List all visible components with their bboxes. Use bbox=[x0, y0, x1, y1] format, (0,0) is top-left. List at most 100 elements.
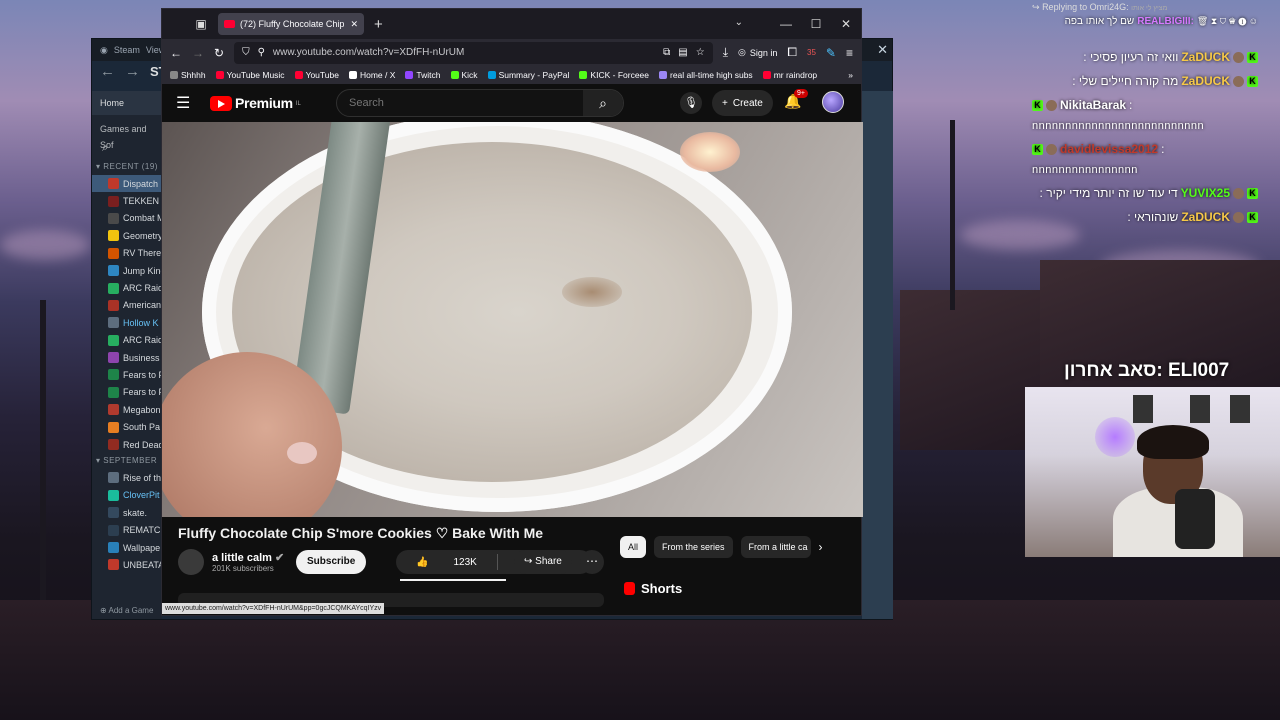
sidebar-game-item[interactable]: Combat Ma bbox=[92, 210, 162, 227]
sidebar-game-item[interactable]: UNBEATA bbox=[92, 556, 162, 573]
chip-from-channel[interactable]: From a little ca bbox=[740, 536, 811, 558]
chat-wrap-line-david: nnnnnnnnnnnnnnnn bbox=[1032, 164, 1138, 176]
sign-in-button[interactable]: ◎ Sign in bbox=[738, 47, 777, 58]
sidebar-game-item[interactable]: Red Dead bbox=[92, 436, 162, 453]
sidebar-game-item[interactable]: Dispatch bbox=[92, 175, 162, 193]
extension-badge-icon[interactable]: 35 bbox=[807, 48, 816, 57]
bookmark-favicon-icon bbox=[215, 71, 224, 79]
sidebar-game-item[interactable]: Hollow K bbox=[92, 314, 162, 331]
youtube-header: ☰ Premium IL ⌕ 🎙 +Create 🔔 9+ bbox=[162, 84, 861, 122]
bookmark-star-icon[interactable]: ☆ bbox=[696, 47, 705, 58]
tab-overflow-chevron-icon[interactable]: ⌄ bbox=[735, 17, 743, 28]
forward-icon[interactable]: → bbox=[192, 46, 204, 60]
create-button[interactable]: + Create bbox=[712, 90, 773, 116]
sidebar-game-item[interactable]: TEKKEN 8 bbox=[92, 192, 162, 209]
search-icon[interactable]: ⌕ bbox=[92, 137, 162, 159]
video-frame-spice bbox=[562, 277, 622, 307]
bookmark-item[interactable]: Kick bbox=[450, 70, 478, 80]
steam-menu-steam[interactable]: Steam bbox=[114, 45, 140, 55]
bookmark-item[interactable]: Home / X bbox=[348, 70, 395, 80]
forward-arrow-icon[interactable]: → bbox=[125, 63, 140, 80]
sidebar-game-item[interactable]: skate. bbox=[92, 504, 162, 521]
sidebar-game-item[interactable]: ARC Raid bbox=[92, 332, 162, 349]
menu-icon[interactable]: ≡ bbox=[846, 46, 853, 60]
bookmark-item[interactable]: Shhhh bbox=[170, 70, 206, 80]
reader-view-icon[interactable]: ▤ bbox=[678, 47, 687, 58]
reload-icon[interactable]: ↻ bbox=[214, 46, 224, 60]
back-icon[interactable]: ← bbox=[170, 46, 182, 60]
steam-home-button[interactable]: Home bbox=[92, 91, 162, 115]
game-icon bbox=[108, 369, 119, 381]
tab-list-icon[interactable]: ▣ bbox=[190, 17, 212, 31]
chat-message-text: : bbox=[1129, 98, 1133, 112]
chip-all[interactable]: All bbox=[620, 536, 647, 558]
chip-from-series[interactable]: From the series bbox=[654, 536, 733, 558]
status-url-tooltip: www.youtube.com/watch?v=XDfFH-nUrUM&pp=0… bbox=[162, 603, 385, 614]
video-player[interactable] bbox=[162, 122, 863, 517]
bookmarks-overflow-icon[interactable]: » bbox=[848, 70, 853, 80]
sidebar-game-item[interactable]: CloverPit bbox=[92, 487, 162, 504]
bookmark-item[interactable]: YouTube bbox=[294, 70, 339, 80]
chips-next-arrow-icon[interactable]: › bbox=[819, 540, 823, 554]
bookmark-item[interactable]: real all-time high subs bbox=[659, 70, 753, 80]
back-arrow-icon[interactable]: ← bbox=[100, 63, 115, 80]
address-bar[interactable]: ⛉ ⚲ www.youtube.com/watch?v=XDfFH-nUrUM … bbox=[234, 41, 713, 64]
maximize-icon[interactable]: ☐ bbox=[801, 9, 831, 39]
steam-close-icon[interactable]: ✕ bbox=[877, 42, 888, 58]
minimize-icon[interactable]: — bbox=[771, 9, 801, 39]
steam-games-filter[interactable]: Games and Sof bbox=[92, 121, 162, 150]
hamburger-menu-icon[interactable]: ☰ bbox=[176, 93, 196, 113]
search-input[interactable] bbox=[337, 97, 583, 109]
sidebar-game-item[interactable]: Wallpape bbox=[92, 539, 162, 556]
recent-section-header[interactable]: ▾ RECENT (19) bbox=[92, 159, 162, 175]
youtube-logo[interactable]: Premium IL bbox=[210, 95, 301, 111]
permissions-icon[interactable]: ⚲ bbox=[258, 47, 265, 58]
game-label: UNBEATA bbox=[123, 559, 162, 570]
search-button-icon[interactable]: ⌕ bbox=[583, 90, 623, 116]
bookmark-item[interactable]: Twitch bbox=[405, 70, 441, 80]
close-window-icon[interactable]: ✕ bbox=[831, 9, 861, 39]
sidebar-game-item[interactable]: REMATCH bbox=[92, 521, 162, 538]
sidebar-game-item[interactable]: Geometry bbox=[92, 227, 162, 244]
bookmark-item[interactable]: KICK - Forceee bbox=[579, 70, 649, 80]
sidebar-game-item[interactable]: Fears to F bbox=[92, 366, 162, 383]
sidebar-game-item[interactable]: American bbox=[92, 297, 162, 314]
subscribe-button[interactable]: Subscribe bbox=[296, 550, 367, 574]
new-tab-icon[interactable]: + bbox=[374, 16, 383, 33]
downloads-icon[interactable]: ⤓ bbox=[723, 45, 728, 60]
tab-close-icon[interactable]: ✕ bbox=[350, 19, 358, 30]
bookmark-item[interactable]: YouTube Music bbox=[215, 70, 285, 80]
september-section-header[interactable]: ▾ SEPTEMBER bbox=[92, 453, 162, 469]
sidebar-game-item[interactable]: Jump King bbox=[92, 262, 162, 279]
active-tab[interactable]: (72) Fluffy Chocolate Chip S'mo ✕ bbox=[218, 13, 364, 35]
channel-name[interactable]: a little calm ✔ bbox=[212, 551, 284, 564]
bookmark-item[interactable]: mr raindrop bbox=[762, 70, 817, 80]
channel-avatar[interactable] bbox=[178, 549, 204, 575]
url-text[interactable]: www.youtube.com/watch?v=XDfFH-nUrUM bbox=[273, 47, 655, 58]
sidebar-game-item[interactable]: Megabon bbox=[92, 401, 162, 418]
sidebar-game-item[interactable]: Rise of th bbox=[92, 469, 162, 486]
bookmark-item[interactable]: Summary - PayPal bbox=[487, 70, 569, 80]
more-actions-icon[interactable]: ⋯ bbox=[580, 550, 604, 574]
extensions-icon[interactable]: ⧠ bbox=[787, 45, 797, 60]
like-button[interactable]: 👍 123K bbox=[396, 557, 497, 568]
thumbs-up-icon: 👍 bbox=[416, 556, 429, 568]
bookmark-favicon-icon bbox=[450, 71, 459, 79]
extension-icon[interactable]: ✎ bbox=[826, 46, 836, 60]
game-label: American bbox=[123, 300, 162, 311]
chat-message-text: : מה קורה חיילים שלי bbox=[1072, 74, 1179, 88]
sidebar-game-item[interactable]: South Pa bbox=[92, 418, 162, 435]
sidebar-game-item[interactable]: Fears to F bbox=[92, 384, 162, 401]
add-game-button[interactable]: ⊕ Add a Game bbox=[100, 606, 153, 615]
shield-icon[interactable]: ⛉ bbox=[242, 47, 250, 58]
share-button[interactable]: ↪ Share bbox=[514, 550, 572, 574]
user-avatar[interactable] bbox=[822, 91, 844, 113]
sidebar-game-item[interactable]: Business bbox=[92, 349, 162, 366]
webcam-feed bbox=[1025, 387, 1280, 557]
game-icon bbox=[108, 212, 119, 224]
sidebar-game-item[interactable]: RV There bbox=[92, 245, 162, 262]
picture-in-picture-icon[interactable]: ⧉ bbox=[663, 47, 670, 58]
microphone-icon[interactable]: 🎙 bbox=[680, 92, 702, 114]
bookmark-list: Shhhh YouTube Music YouTube Home / X Twitch K… bbox=[170, 70, 817, 80]
sidebar-game-item[interactable]: ARC Raid bbox=[92, 279, 162, 296]
